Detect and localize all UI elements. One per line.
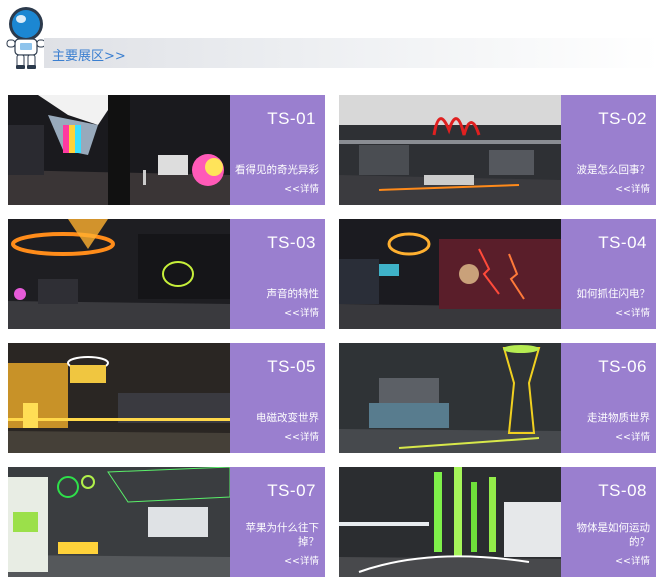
exhibit-name: 看得见的奇光异彩 [235, 164, 319, 176]
exhibit-code: TS-01 [267, 109, 316, 128]
exhibit-info-panel: TS-08 物体是如何运动的？ <<详情 [561, 467, 656, 577]
exhibit-name: 波是怎么回事？ [576, 164, 651, 176]
exhibit-card-ts-01[interactable]: TS-01 看得见的奇光异彩 <<详情 [8, 95, 325, 205]
exhibit-code: TS-06 [598, 357, 647, 376]
exhibit-card-ts-05[interactable]: TS-05 电磁改变世界 <<详情 [8, 343, 325, 453]
details-link[interactable]: <<详情 [284, 553, 319, 567]
exhibit-info-panel: TS-03 声音的特性 <<详情 [230, 219, 325, 329]
exhibit-code: TS-05 [267, 357, 316, 376]
exhibit-name: 苹果为什么往下掉？ [245, 522, 320, 548]
details-link[interactable]: <<详情 [615, 429, 650, 443]
exhibit-card-ts-02[interactable]: TS-02 波是怎么回事？ <<详情 [339, 95, 656, 205]
details-link[interactable]: <<详情 [615, 305, 650, 319]
header: 主要展区>> [0, 0, 660, 80]
details-link[interactable]: <<详情 [615, 181, 650, 195]
details-link[interactable]: <<详情 [284, 181, 319, 195]
exhibit-code: TS-02 [598, 109, 647, 128]
exhibit-code: TS-07 [267, 481, 316, 500]
exhibit-info-panel: TS-05 电磁改变世界 <<详情 [230, 343, 325, 453]
exhibit-code: TS-03 [267, 233, 316, 252]
exhibit-info-panel: TS-02 波是怎么回事？ <<详情 [561, 95, 656, 205]
details-link[interactable]: <<详情 [284, 429, 319, 443]
exhibit-photo [339, 467, 561, 577]
exhibit-photo [339, 95, 561, 205]
exhibit-info-panel: TS-04 如何抓住闪电？ <<详情 [561, 219, 656, 329]
exhibit-code: TS-04 [598, 233, 647, 252]
exhibit-card-ts-07[interactable]: TS-07 苹果为什么往下掉？ <<详情 [8, 467, 325, 577]
exhibit-info-panel: TS-06 走进物质世界 <<详情 [561, 343, 656, 453]
details-link[interactable]: <<详情 [284, 305, 319, 319]
exhibit-name: 电磁改变世界 [256, 412, 319, 424]
exhibit-name: 如何抓住闪电？ [576, 288, 651, 300]
details-link[interactable]: <<详情 [615, 553, 650, 567]
exhibit-photo [8, 219, 230, 329]
exhibit-card-ts-08[interactable]: TS-08 物体是如何运动的？ <<详情 [339, 467, 656, 577]
exhibit-card-ts-06[interactable]: TS-06 走进物质世界 <<详情 [339, 343, 656, 453]
exhibit-name: 物体是如何运动的？ [576, 522, 651, 548]
exhibit-photo [8, 467, 230, 577]
exhibit-card-ts-04[interactable]: TS-04 如何抓住闪电？ <<详情 [339, 219, 656, 329]
exhibit-photo [339, 343, 561, 453]
exhibit-name: 声音的特性 [266, 288, 320, 300]
astronaut-mascot-icon [6, 7, 46, 69]
exhibit-photo [339, 219, 561, 329]
section-title[interactable]: 主要展区>> [52, 45, 126, 64]
exhibit-photo [8, 95, 230, 205]
exhibit-info-panel: TS-01 看得见的奇光异彩 <<详情 [230, 95, 325, 205]
section-title-bar: 主要展区>> [44, 38, 660, 68]
exhibit-photo [8, 343, 230, 453]
exhibit-name: 走进物质世界 [587, 412, 650, 424]
exhibit-card-ts-03[interactable]: TS-03 声音的特性 <<详情 [8, 219, 325, 329]
exhibit-code: TS-08 [598, 481, 647, 500]
exhibit-info-panel: TS-07 苹果为什么往下掉？ <<详情 [230, 467, 325, 577]
